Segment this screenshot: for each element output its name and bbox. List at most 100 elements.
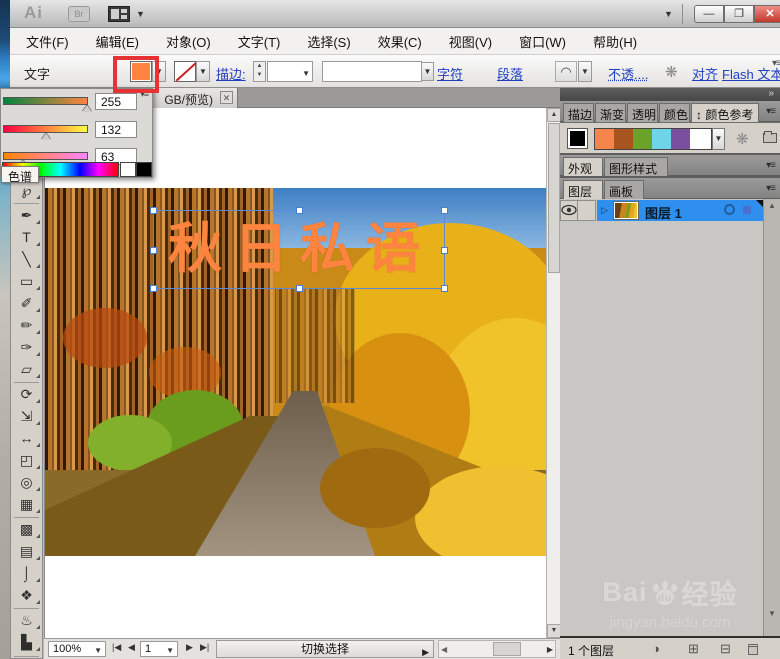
align-panel-link[interactable]: 对齐 [692, 64, 718, 83]
rotate-tool[interactable]: ⟳ [11, 384, 42, 405]
red-slider[interactable] [3, 97, 88, 105]
green-slider-handle[interactable] [41, 133, 51, 140]
menu-file[interactable]: 文件(F) [26, 32, 69, 51]
harmony-swatch[interactable] [595, 129, 614, 149]
menu-effect[interactable]: 效果(C) [378, 32, 422, 51]
selection-handle[interactable] [441, 207, 448, 214]
menu-type[interactable]: 文字(T) [238, 32, 281, 51]
control-bar-menu-icon[interactable]: ▾≡ [772, 58, 780, 69]
harmony-dropdown-icon[interactable]: ▼ [712, 128, 725, 150]
symbol-sprayer-tool[interactable]: ♨ [11, 610, 42, 631]
edit-colors-icon[interactable]: ❋ [736, 130, 749, 148]
blob-brush-tool[interactable]: ✑ [11, 337, 42, 358]
black-swatch[interactable] [136, 162, 152, 177]
scroll-up-icon[interactable]: ▲ [547, 108, 561, 122]
stroke-color-swatch[interactable] [174, 61, 196, 82]
column-graph-tool[interactable]: ▙ [11, 632, 42, 653]
panel-menu-icon[interactable]: ▾≡ [766, 183, 776, 194]
mesh-tool[interactable]: ▩ [11, 519, 42, 540]
tab-layers[interactable]: 图层 [563, 180, 603, 199]
layer-expand-icon[interactable]: ▷ [601, 205, 608, 216]
envelope-warp-icon[interactable]: ◠ [555, 61, 577, 82]
paragraph-panel-link[interactable]: 段落 [497, 64, 523, 83]
eraser-tool[interactable]: ▱ [11, 359, 42, 380]
layer-target-icon[interactable] [724, 204, 735, 215]
tab-artboards[interactable]: 画板 [604, 180, 644, 199]
eyedropper-tool[interactable]: ⌡ [11, 563, 42, 584]
first-artboard-button[interactable]: |◀ [112, 642, 121, 653]
tab-stroke[interactable]: 描边 [563, 103, 594, 122]
panel-menu-icon[interactable]: ▾≡ [766, 160, 776, 171]
menu-edit[interactable]: 编辑(E) [96, 32, 139, 51]
layer-selected-area[interactable]: ▷ 图层 1 [597, 200, 763, 221]
scale-tool[interactable]: ⇲ [11, 406, 42, 427]
layers-scrollbar[interactable]: ▲ ▼ [763, 199, 780, 636]
text-selection-box[interactable]: 秋日私语 [150, 207, 448, 292]
line-segment-tool[interactable]: ╲ [11, 249, 42, 270]
harmony-swatch[interactable] [633, 129, 652, 149]
selection-handle[interactable] [441, 247, 448, 254]
paintbrush-tool[interactable]: ✐ [11, 293, 42, 314]
restore-button[interactable]: ❐ [724, 5, 754, 23]
scroll-left-icon[interactable]: ◀ [441, 645, 447, 654]
document-canvas[interactable]: 秋日私语 [44, 108, 605, 638]
titlebar-dropdown-icon[interactable]: ▼ [664, 9, 673, 19]
horizontal-scroll-thumb[interactable] [493, 642, 521, 656]
layer-name[interactable]: 图层 1 [645, 203, 682, 222]
selection-handle[interactable] [296, 207, 303, 214]
tab-transparency[interactable]: 透明 [627, 103, 658, 122]
scroll-up-icon[interactable]: ▲ [768, 201, 776, 210]
scroll-right-icon[interactable]: ▶ [547, 645, 553, 654]
layer-selection-indicator[interactable] [743, 206, 751, 214]
selection-handle[interactable] [296, 285, 303, 292]
blue-slider[interactable] [3, 152, 88, 160]
delete-layer-icon[interactable] [748, 644, 758, 655]
minimize-button[interactable]: — [694, 5, 724, 23]
artwork-text[interactable]: 秋日私语 [154, 211, 446, 290]
stroke-panel-link[interactable]: 描边: [216, 64, 246, 83]
horizontal-scrollbar[interactable]: ◀ ▶ [438, 640, 556, 658]
selection-handle[interactable] [150, 207, 157, 214]
harmony-swatch[interactable] [614, 129, 633, 149]
layer-visibility-cell[interactable] [560, 200, 578, 221]
base-color-swatch[interactable] [567, 128, 588, 149]
new-layer-icon[interactable]: ⊟ [720, 641, 731, 657]
shape-builder-tool[interactable]: ◎ [11, 472, 42, 493]
rectangle-tool[interactable]: ▭ [11, 271, 42, 292]
tab-appearance[interactable]: 外观 [563, 157, 603, 176]
red-value-field[interactable]: 255 [95, 93, 137, 110]
vertical-scrollbar[interactable]: ▲ ▼ [546, 108, 561, 638]
layer-lock-cell[interactable] [578, 200, 596, 221]
white-swatch[interactable] [120, 162, 136, 177]
bridge-button[interactable]: Br [68, 6, 90, 22]
width-tool[interactable]: ↔ [11, 428, 42, 449]
scroll-down-icon[interactable]: ▼ [547, 624, 561, 638]
pencil-tool[interactable]: ✏ [11, 315, 42, 336]
zoom-level-select[interactable]: 100% ▼ [48, 641, 106, 657]
layer-row[interactable]: ▷ 图层 1 [560, 200, 763, 221]
tab-color-guide[interactable]: ↕ 颜色参考 [691, 103, 759, 122]
status-indicator[interactable]: 切换选择 ▶ [216, 640, 434, 658]
stroke-weight-stepper[interactable]: ▲ ▼ [253, 61, 266, 82]
layer-thumbnail[interactable] [613, 201, 639, 220]
character-panel-link[interactable]: 字符 [437, 64, 463, 83]
type-tool[interactable]: T [11, 227, 42, 248]
menu-view[interactable]: 视图(V) [449, 32, 492, 51]
tab-color[interactable]: 颜色 [659, 103, 690, 122]
menu-object[interactable]: 对象(O) [166, 32, 211, 51]
tab-gradient[interactable]: 渐变 [595, 103, 626, 122]
green-slider[interactable] [3, 125, 88, 133]
panel-menu-icon[interactable]: ▾≡ [766, 106, 776, 117]
artboard-number-select[interactable]: 1 ▼ [140, 641, 178, 657]
workspace-switcher-icon[interactable] [108, 6, 130, 22]
selection-handle[interactable] [150, 247, 157, 254]
save-color-group-icon[interactable] [763, 131, 777, 143]
recolor-artwork-icon[interactable]: ❋ [665, 63, 678, 81]
selection-handle[interactable] [150, 285, 157, 292]
menu-window[interactable]: 窗口(W) [519, 32, 566, 51]
pen-tool[interactable]: ✒ [11, 205, 42, 226]
workspace-dropdown-icon[interactable]: ▼ [136, 9, 145, 19]
prev-artboard-button[interactable]: ◀ [128, 642, 135, 653]
red-slider-handle[interactable] [82, 105, 92, 112]
harmony-swatch[interactable] [652, 129, 671, 149]
